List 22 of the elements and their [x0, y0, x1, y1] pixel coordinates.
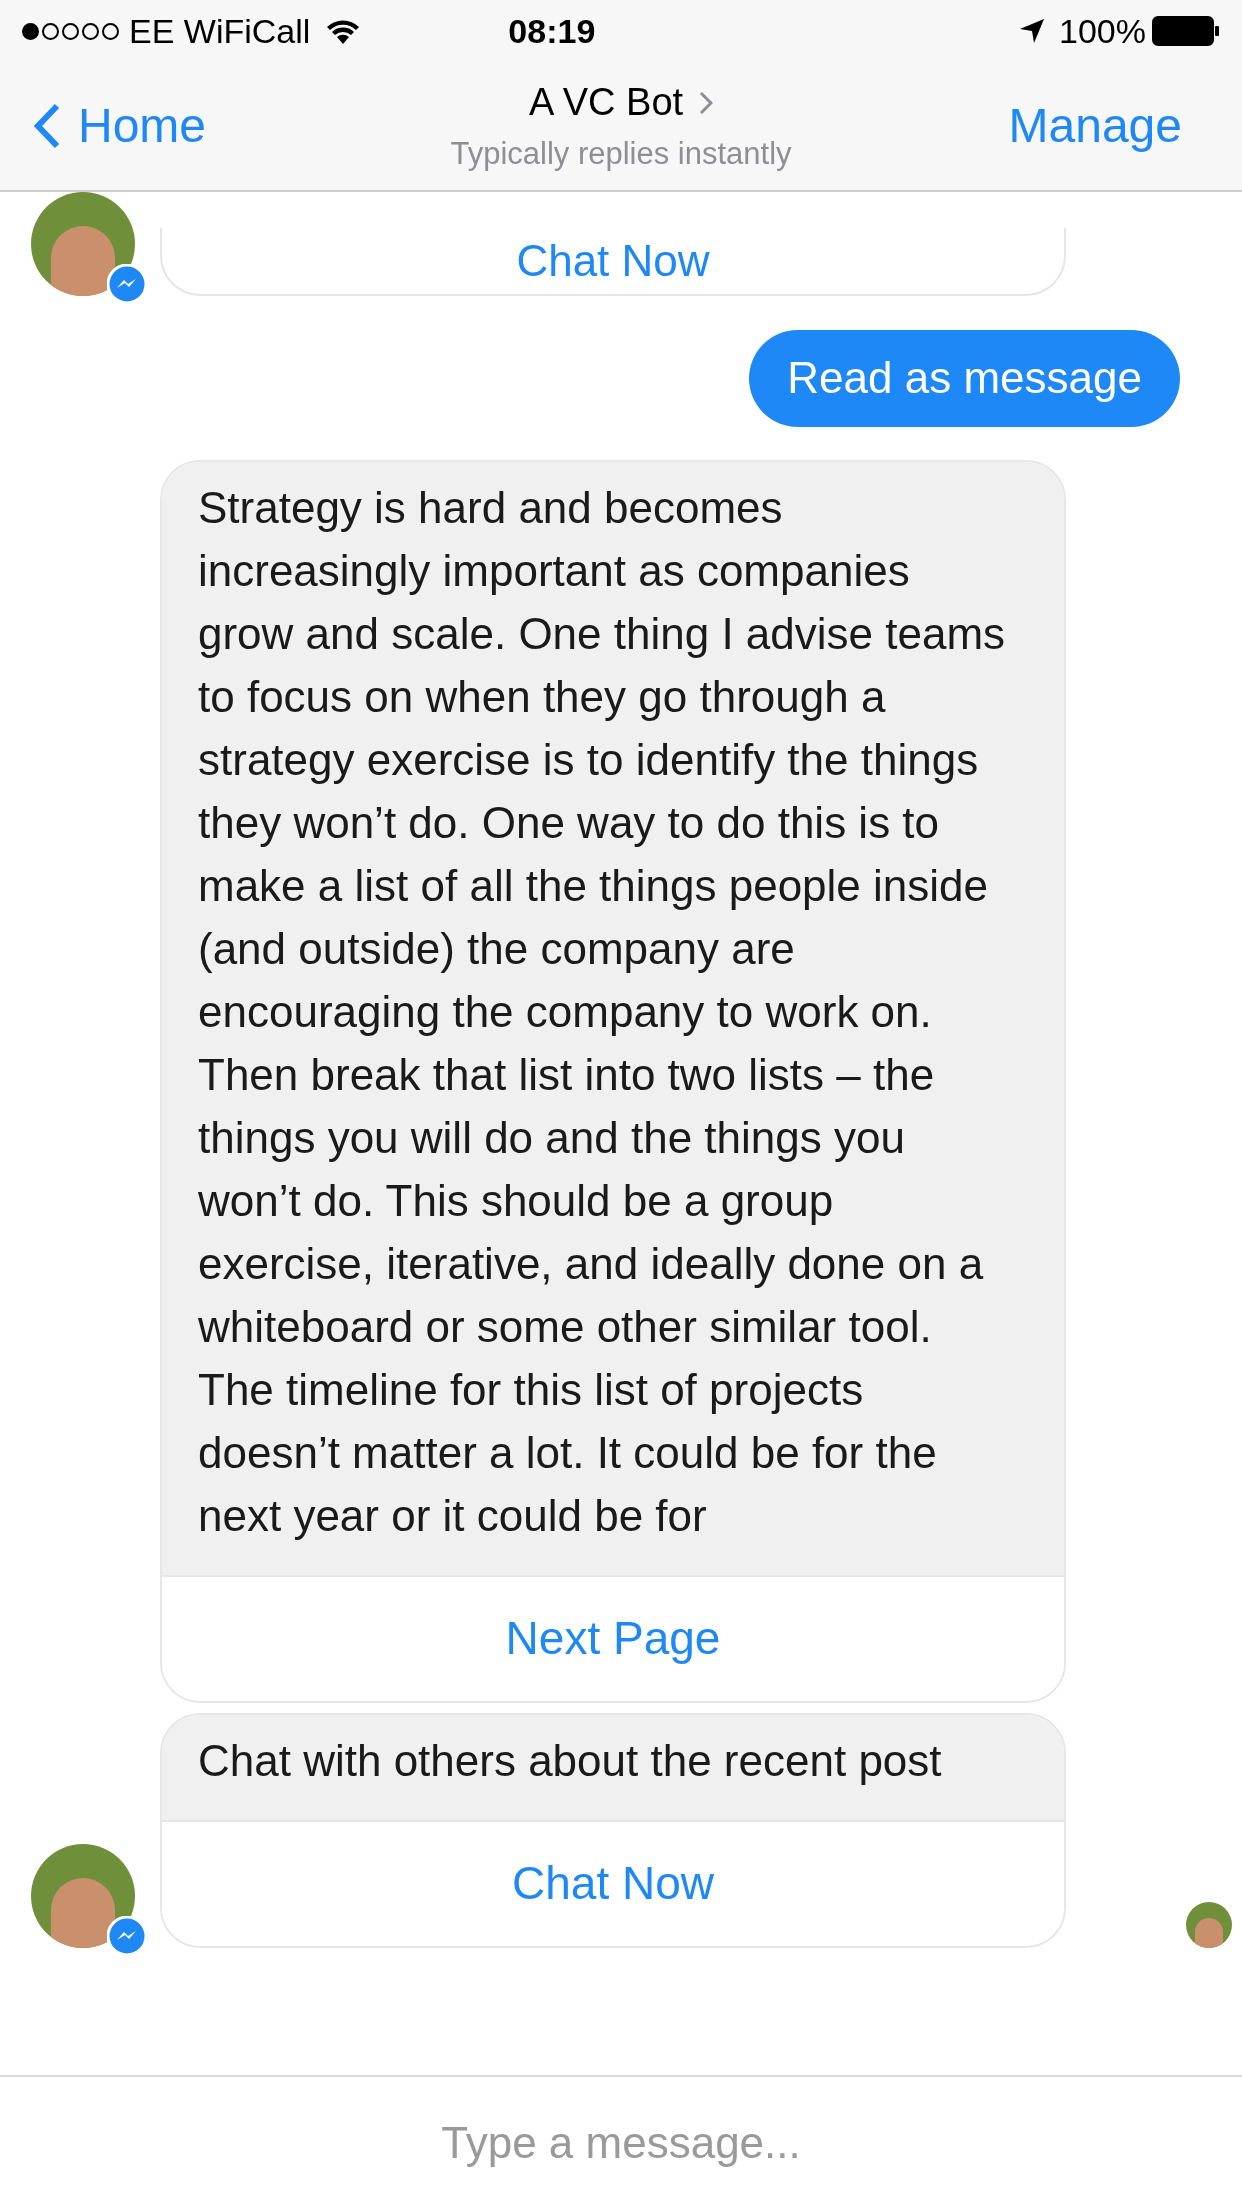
conversation-subtitle: Typically replies instantly [450, 135, 792, 174]
battery-icon [1152, 16, 1220, 46]
back-button[interactable]: Home [34, 90, 334, 162]
clock: 08:19 [508, 10, 596, 52]
conversation-title[interactable]: A VC Bot [528, 74, 714, 132]
card-text: Strategy is hard and becomes increasingly important as companies grow and scale. One thing I advise teams to focus on when they go through a strategy exercise is to identify the things they won’t do. One way to do this is to make a list of all the things people inside (and outside) the company are encouraging the company to work on. Then break that list into two lists – the things you will do and the things you won’t do. This should be a group exercise, iterative, and ideally done on a whiteboard or some other similar tool. The timeline for this list of projects doesn’t matter a lot. It could be for the next year or it could be for [162, 461, 1064, 1575]
next-page-button[interactable]: Next Page [162, 1574, 1064, 1701]
messenger-badge-icon [107, 1915, 147, 1956]
message-input[interactable]: Type a message... [0, 2109, 1242, 2176]
manage-button[interactable]: Manage [908, 90, 1208, 162]
card-text: Chat with others about the recent post [162, 1714, 1064, 1820]
battery-percentage: 100% [1059, 10, 1146, 52]
carrier-name: EE WiFiCall [129, 10, 311, 52]
chat-now-button[interactable]: Chat Now [160, 228, 1066, 296]
messenger-badge-icon [107, 264, 147, 304]
wifi-icon [326, 18, 361, 44]
outgoing-message-bubble: Read as message [749, 330, 1180, 427]
signal-icon [22, 22, 119, 40]
chevron-right-icon [699, 90, 714, 115]
location-arrow-icon [1019, 18, 1046, 44]
chevron-left-icon [34, 103, 60, 149]
chat-now-button[interactable]: Chat Now [162, 1819, 1064, 1946]
